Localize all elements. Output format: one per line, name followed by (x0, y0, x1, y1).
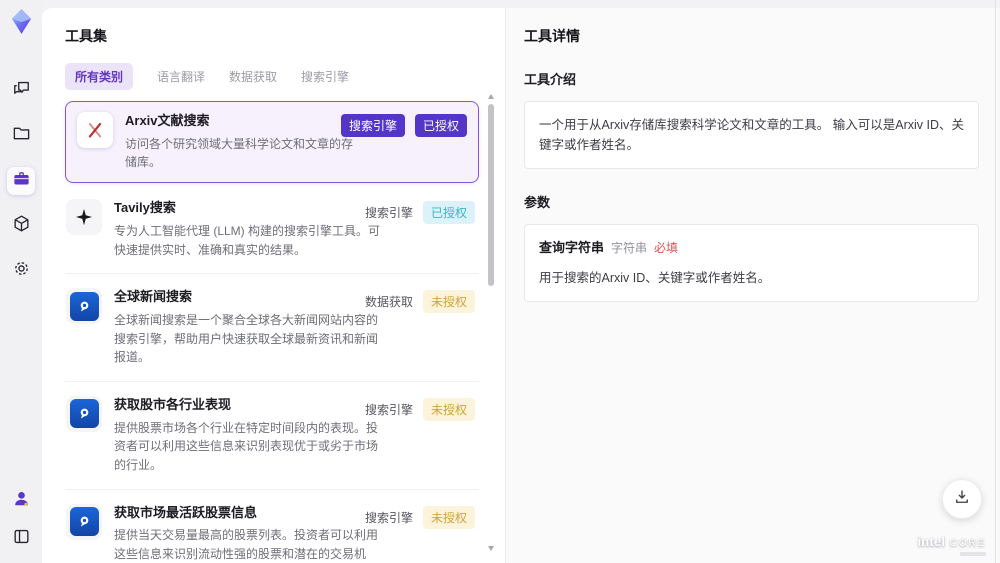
tool-description: 访问各个研究领域大量科学论文和文章的存储库。 (125, 136, 354, 170)
category-badge: 搜索引擎 (340, 114, 405, 137)
sidebar (0, 0, 42, 563)
category-label: 搜索引擎 (364, 402, 413, 417)
tool-name: 获取市场最活跃股票信息 (114, 504, 258, 520)
param-type: 字符串 (611, 241, 648, 255)
tool-card-tavily[interactable]: Tavily搜索 专为人工智能代理 (LLM) 构建的搜索引擎工具。可快速提供实… (65, 185, 479, 275)
panel-toggle-icon (12, 527, 31, 551)
intel-core-badge: intel CORE (917, 533, 986, 556)
sidebar-item-plugins[interactable] (7, 212, 35, 240)
brand-underline (960, 552, 986, 556)
tool-description: 专为人工智能代理 (LLM) 构建的搜索引擎工具。可快速提供实时、准确和真实的结… (114, 223, 381, 257)
auth-badge: 未授权 (422, 397, 475, 421)
tool-name: Arxiv文献搜索 (125, 113, 210, 128)
auth-badge: 已授权 (422, 201, 475, 225)
intro-box: 一个用于从Arxiv存储库搜索科学论文和文章的工具。 输入可以是Arxiv ID… (524, 101, 979, 169)
sidebar-item-files[interactable] (7, 122, 35, 150)
folder-icon (12, 124, 31, 148)
auth-badge: 未授权 (422, 505, 475, 529)
auth-badge: 已授权 (414, 114, 467, 137)
tool-description: 全球新闻搜索是一个聚合全球各大新闻网站内容的搜索引擎，帮助用户快速获取全球最新资… (114, 313, 379, 365)
category-label: 搜索引擎 (364, 206, 413, 221)
blue-search-logo-icon (66, 288, 102, 325)
auth-badge: 未授权 (422, 290, 475, 314)
details-panel: 工具详情 工具介绍 一个用于从Arxiv存储库搜索科学论文和文章的工具。 输入可… (506, 8, 1000, 563)
app-logo-icon (8, 8, 35, 35)
sidebar-item-tools[interactable] (7, 167, 35, 195)
intro-text: 一个用于从Arxiv存储库搜索科学论文和文章的工具。 输入可以是Arxiv ID… (539, 118, 965, 152)
params-heading: 参数 (524, 195, 551, 210)
sidebar-item-account[interactable] (7, 487, 35, 515)
download-button[interactable] (942, 479, 982, 519)
sidebar-item-chat[interactable] (7, 77, 35, 105)
category-label: 搜索引擎 (364, 510, 413, 525)
tab-data-fetching[interactable]: 数据获取 (229, 68, 277, 85)
tool-card-arxiv[interactable]: Arxiv文献搜索 访问各个研究领域大量科学论文和文章的存储库。 搜索引擎 已授… (65, 101, 479, 184)
tab-language-translation[interactable]: 语言翻译 (157, 68, 205, 85)
intel-logo-text: intel (917, 534, 946, 549)
tool-card-global-news[interactable]: 全球新闻搜索 全球新闻搜索是一个聚合全球各大新闻网站内容的搜索引擎，帮助用户快速… (65, 274, 479, 382)
tool-name: 获取股市各行业表现 (114, 396, 232, 412)
scroll-up-arrow-icon[interactable] (487, 92, 495, 102)
parameter-card: 查询字符串 字符串 必填 用于搜索的Arxiv ID、关键字或作者姓名。 (524, 224, 979, 302)
chat-icon (12, 79, 31, 103)
tool-name: 全球新闻搜索 (114, 289, 193, 305)
core-logo-text: CORE (949, 537, 986, 549)
tool-description: 提供股票市场各个行业在特定时间段内的表现。投资者可以利用这些信息来识别表现优于或… (114, 420, 379, 472)
tab-search-engine[interactable]: 搜索引擎 (301, 68, 349, 85)
tool-card-active-stocks[interactable]: 获取市场最活跃股票信息 提供当天交易量最高的股票列表。投资者可以利用这些信息来识… (65, 490, 479, 563)
tool-list: Arxiv文献搜索 访问各个研究领域大量科学论文和文章的存储库。 搜索引擎 已授… (65, 101, 479, 563)
sidebar-item-settings[interactable] (7, 257, 35, 285)
scroll-down-arrow-icon[interactable] (487, 543, 495, 553)
user-avatar-icon (12, 489, 31, 513)
scrollbar-track[interactable] (487, 102, 495, 543)
blue-search-logo-icon (66, 503, 102, 540)
tool-card-sector-performance[interactable]: 获取股市各行业表现 提供股票市场各个行业在特定时间段内的表现。投资者可以利用这些… (65, 382, 479, 490)
tab-all-categories[interactable]: 所有类别 (65, 63, 134, 90)
tools-panel: 工具集 所有类别 语言翻译 数据获取 搜索引擎 Arxiv文献搜索 访问各个研究… (42, 8, 506, 563)
tavily-star-icon (66, 199, 102, 236)
cube-icon (12, 214, 31, 238)
arxiv-logo-icon (77, 112, 113, 148)
app-window: 工具集 所有类别 语言翻译 数据获取 搜索引擎 Arxiv文献搜索 访问各个研究… (0, 0, 1000, 563)
tool-description: 提供当天交易量最高的股票列表。投资者可以利用这些信息来识别流动性强的股票和潜在的… (114, 528, 379, 561)
top-strip (42, 0, 1000, 8)
gear-icon (12, 259, 31, 283)
blue-search-logo-icon (66, 395, 102, 432)
tool-list-scrollbar[interactable] (487, 92, 495, 553)
page-title: 工具集 (65, 28, 107, 44)
category-tabs: 所有类别 语言翻译 数据获取 搜索引擎 (65, 63, 505, 90)
category-label: 数据获取 (364, 295, 413, 310)
download-icon (953, 488, 971, 511)
intro-heading: 工具介绍 (524, 72, 577, 87)
param-name: 查询字符串 (539, 240, 605, 255)
param-description: 用于搜索的Arxiv ID、关键字或作者姓名。 (539, 270, 771, 285)
tool-name: Tavily搜索 (114, 200, 176, 216)
toolbox-icon (12, 169, 31, 193)
sidebar-item-panel-toggle[interactable] (7, 525, 35, 553)
scrollbar-thumb[interactable] (488, 104, 494, 286)
main-area: 工具集 所有类别 语言翻译 数据获取 搜索引擎 Arxiv文献搜索 访问各个研究… (42, 0, 1000, 563)
details-title: 工具详情 (524, 28, 580, 44)
param-required-badge: 必填 (654, 241, 679, 255)
window-edge (995, 0, 996, 563)
